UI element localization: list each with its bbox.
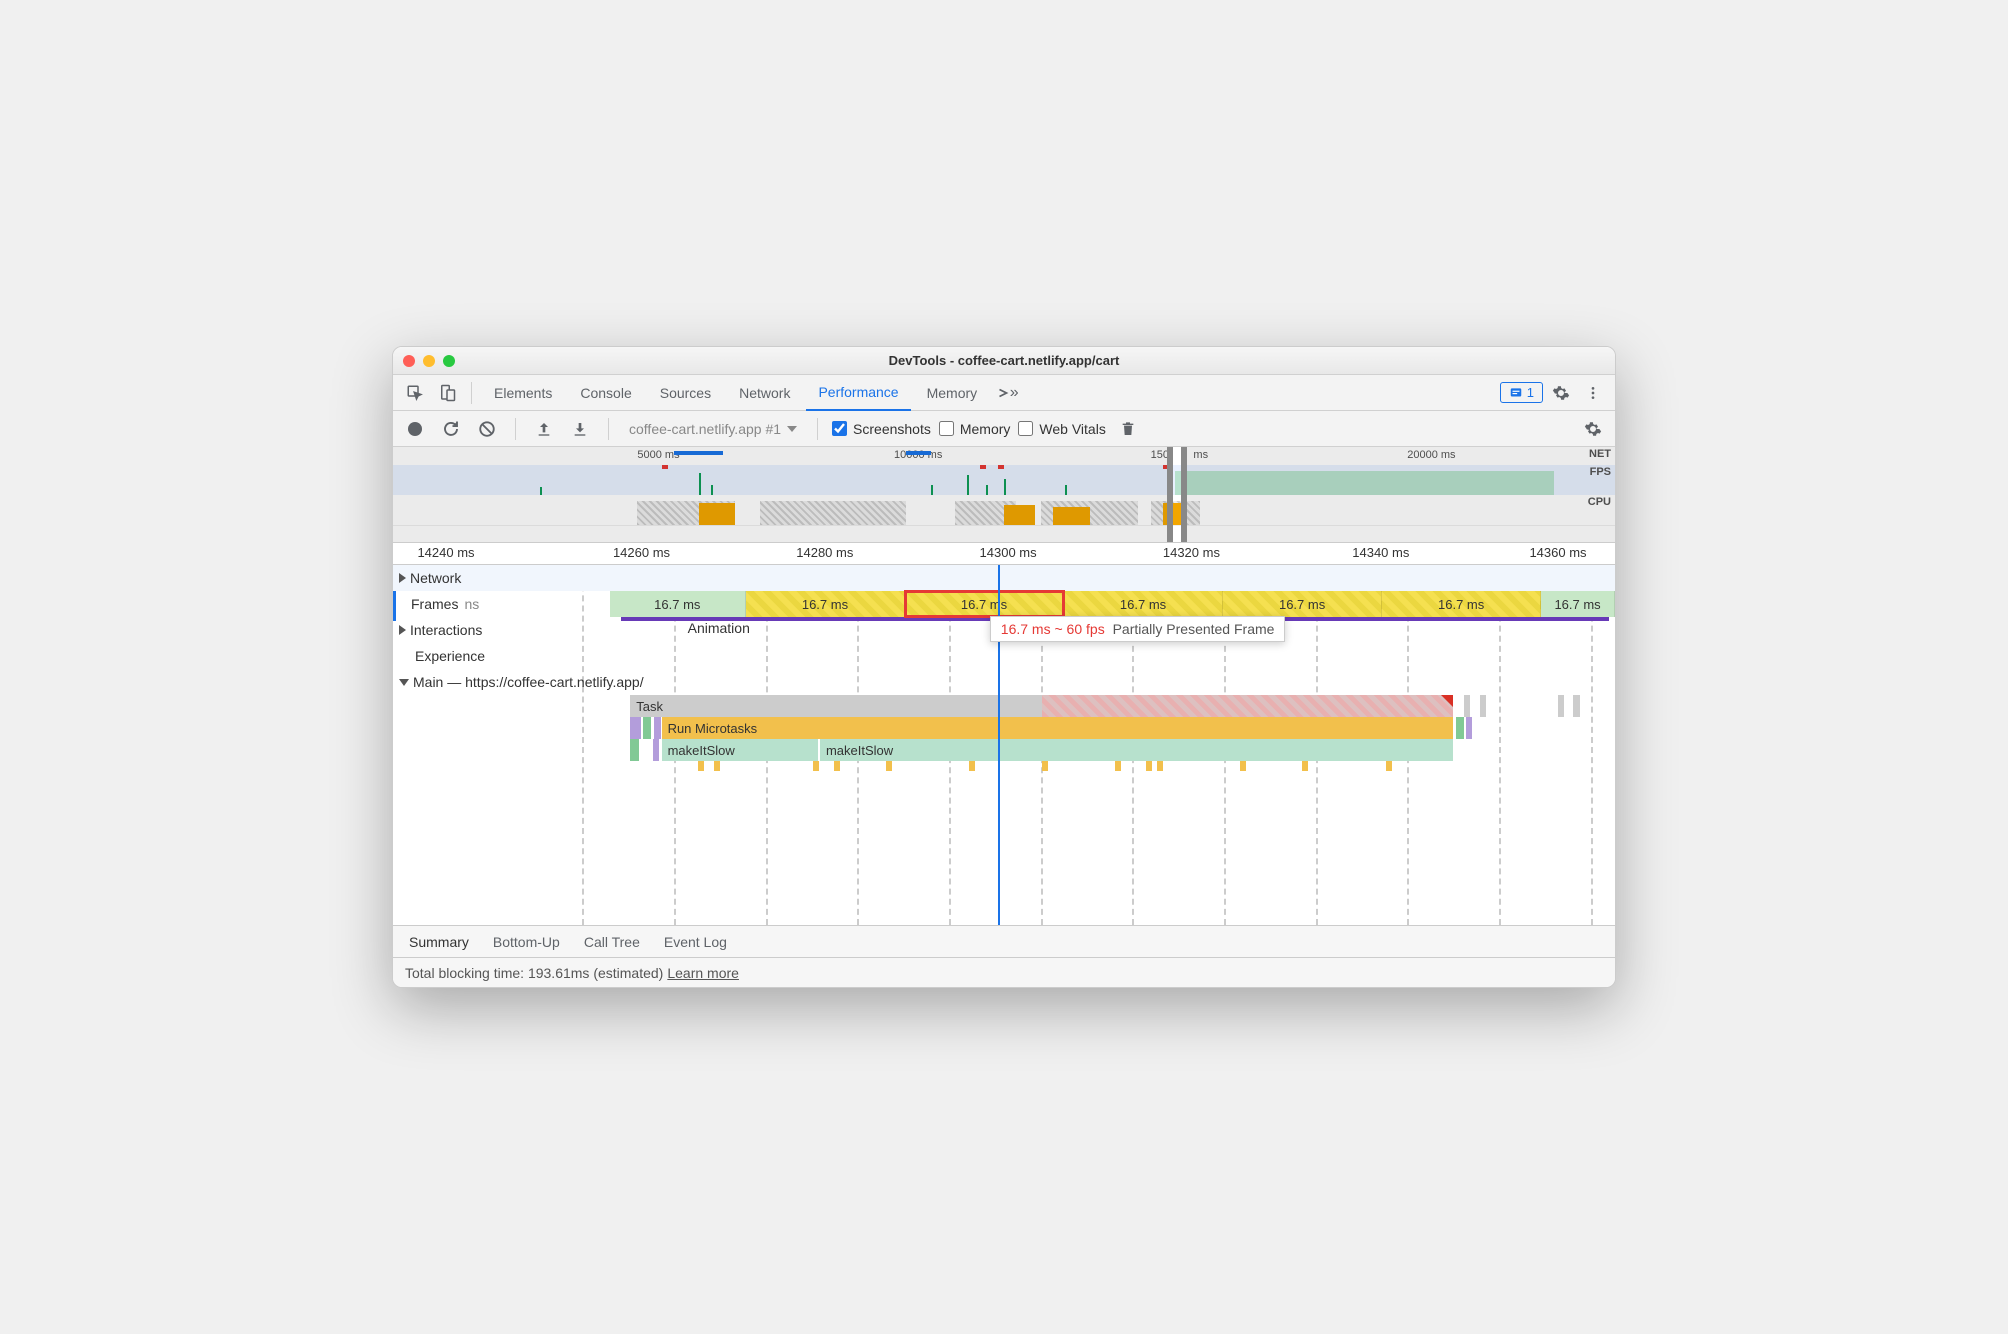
devtools-window: DevTools - coffee-cart.netlify.app/cart … (392, 346, 1616, 988)
frame-block[interactable]: 16.7 ms (610, 591, 746, 617)
long-task-warning-icon (1441, 695, 1453, 707)
perf-toolbar: coffee-cart.netlify.app #1 Screenshots M… (393, 411, 1615, 447)
close-button[interactable] (403, 355, 415, 367)
separator (608, 418, 609, 440)
chevron-right-icon (399, 625, 406, 635)
device-toggle-icon[interactable] (433, 379, 461, 407)
upload-icon[interactable] (530, 415, 558, 443)
titlebar: DevTools - coffee-cart.netlify.app/cart (393, 347, 1615, 375)
animation-label: Animation (688, 620, 750, 636)
tab-network[interactable]: Network (727, 375, 802, 411)
frame-block[interactable]: 16.7 ms (1064, 591, 1223, 617)
chevron-down-icon (399, 679, 409, 686)
track-main-header[interactable]: Main — https://coffee-cart.netlify.app/ (393, 672, 650, 692)
tab-memory[interactable]: Memory (915, 375, 990, 411)
inspect-icon[interactable] (401, 379, 429, 407)
timeline-ruler[interactable]: 14240 ms 14260 ms 14280 ms 14300 ms 1432… (393, 543, 1615, 565)
details-tabs: Summary Bottom-Up Call Tree Event Log (393, 925, 1615, 957)
tbt-text: Total blocking time: 193.61ms (estimated… (405, 965, 663, 981)
learn-more-link[interactable]: Learn more (667, 965, 739, 981)
flame-row-microtasks[interactable]: Run Microtasks (573, 717, 1615, 739)
flame-chart-tracks[interactable]: Network Frames ns 16.7 ms16.7 ms16.7 ms1… (393, 565, 1615, 925)
frame-block[interactable]: 16.7 ms (1541, 591, 1615, 617)
maximize-button[interactable] (443, 355, 455, 367)
overview-panel[interactable]: 5000 ms 10000 ms 150 ms 20000 ms FPS (393, 447, 1615, 543)
interactions-track[interactable]: Animation 16.7 ms ~ 60 fps Partially Pre… (573, 617, 1615, 643)
track-interactions-header[interactable]: Interactions (393, 620, 573, 640)
tab-calltree[interactable]: Call Tree (584, 934, 640, 950)
frames-track[interactable]: 16.7 ms16.7 ms16.7 ms16.7 ms16.7 ms16.7 … (479, 591, 1615, 617)
frame-tooltip: 16.7 ms ~ 60 fps Partially Presented Fra… (990, 616, 1286, 642)
flame-row-task[interactable]: Task (573, 695, 1615, 717)
perf-settings-icon[interactable] (1579, 415, 1607, 443)
webvitals-checkbox[interactable]: Web Vitals (1018, 421, 1105, 437)
tab-elements[interactable]: Elements (482, 375, 564, 411)
flame-row-ticks (573, 761, 1615, 783)
frame-block[interactable]: 16.7 ms (746, 591, 905, 617)
separator (817, 418, 818, 440)
tab-eventlog[interactable]: Event Log (664, 934, 727, 950)
separator (515, 418, 516, 440)
tab-sources[interactable]: Sources (648, 375, 723, 411)
separator (471, 382, 472, 404)
minimize-button[interactable] (423, 355, 435, 367)
frame-block[interactable]: 16.7 ms (1382, 591, 1541, 617)
main-tabs-row: Elements Console Sources Network Perform… (393, 375, 1615, 411)
track-frames-header[interactable]: Frames ns (393, 594, 479, 614)
issues-badge[interactable]: 1 (1500, 382, 1543, 403)
profile-label: coffee-cart.netlify.app #1 (629, 421, 781, 437)
tab-console[interactable]: Console (568, 375, 643, 411)
footer-status: Total blocking time: 193.61ms (estimated… (393, 957, 1615, 987)
flame-row-makeitslow[interactable]: makeItSlow makeItSlow (573, 739, 1615, 761)
more-tabs-icon[interactable]: » (993, 379, 1021, 407)
tab-summary[interactable]: Summary (409, 934, 469, 950)
memory-checkbox[interactable]: Memory (939, 421, 1011, 437)
reload-button[interactable] (437, 415, 465, 443)
window-title: DevTools - coffee-cart.netlify.app/cart (393, 353, 1615, 368)
profile-selector[interactable]: coffee-cart.netlify.app #1 (623, 421, 803, 437)
chevron-right-icon (399, 573, 406, 583)
tab-performance[interactable]: Performance (806, 375, 910, 411)
record-button[interactable] (401, 415, 429, 443)
frame-block[interactable]: 16.7 ms (905, 591, 1064, 617)
overview-handle-right[interactable] (1181, 447, 1187, 542)
settings-icon[interactable] (1547, 379, 1575, 407)
frame-block[interactable]: 16.7 ms (1223, 591, 1382, 617)
clear-button[interactable] (473, 415, 501, 443)
traffic-lights (403, 355, 455, 367)
download-icon[interactable] (566, 415, 594, 443)
kebab-menu-icon[interactable] (1579, 379, 1607, 407)
track-network-header[interactable]: Network (393, 568, 573, 588)
delete-icon[interactable] (1114, 415, 1142, 443)
overview-handle-left[interactable] (1167, 447, 1173, 542)
issues-count: 1 (1527, 385, 1534, 400)
tab-bottomup[interactable]: Bottom-Up (493, 934, 560, 950)
track-experience-header[interactable]: Experience (393, 646, 573, 666)
screenshots-checkbox[interactable]: Screenshots (832, 421, 931, 437)
